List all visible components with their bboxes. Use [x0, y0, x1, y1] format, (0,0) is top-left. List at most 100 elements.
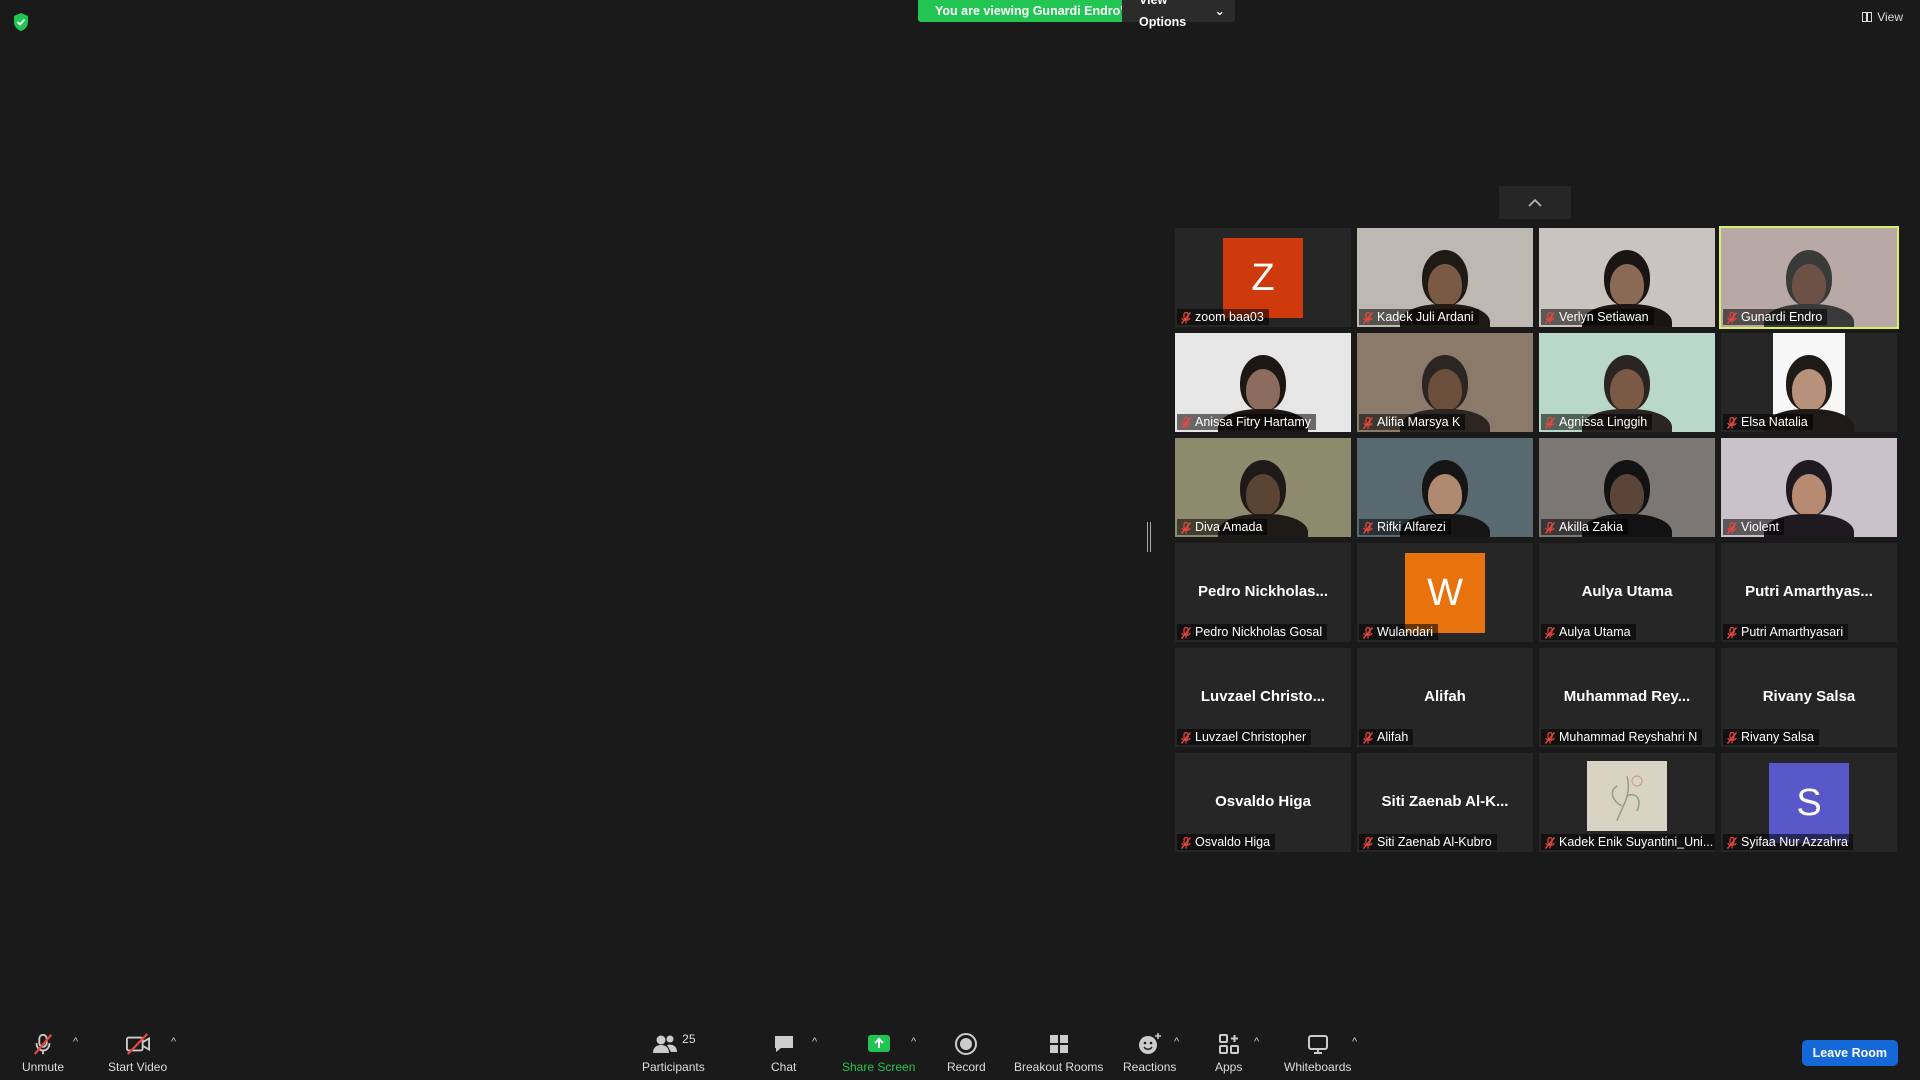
unmute-button[interactable]: Unmute	[22, 1032, 64, 1074]
participant-tile[interactable]: Osvaldo Higa Osvaldo Higa	[1175, 753, 1351, 852]
panel-resize-handle[interactable]	[1147, 522, 1151, 552]
view-button[interactable]: View	[1862, 10, 1903, 24]
participant-tile[interactable]: Rivany Salsa Rivany Salsa	[1721, 648, 1897, 747]
participant-tile[interactable]: Kadek Juli Ardani	[1357, 228, 1533, 327]
participant-name-label: Putri Amarthyasari	[1723, 624, 1849, 640]
participant-tile[interactable]: Pedro Nickholas... Pedro Nickholas Gosal	[1175, 543, 1351, 642]
participant-tile[interactable]: Zzoom baa03	[1175, 228, 1351, 327]
view-layout-icon	[1862, 12, 1873, 22]
microphone-muted-icon	[1727, 627, 1737, 639]
participant-tile[interactable]: Rifki Alfarezi	[1357, 438, 1533, 537]
microphone-muted-icon	[1363, 522, 1373, 534]
participants-count: 25	[682, 1032, 696, 1046]
microphone-muted-icon	[1727, 417, 1737, 429]
microphone-muted-icon	[1545, 732, 1555, 744]
participant-name: Violent	[1741, 520, 1779, 534]
participant-tile[interactable]: Alifia Marsya K	[1357, 333, 1533, 432]
participant-name-label: Akilla Zakia	[1541, 519, 1628, 535]
participant-name-label: Elsa Natalia	[1723, 414, 1813, 430]
participant-name: Kadek Juli Ardani	[1377, 310, 1474, 324]
participant-display-name: Pedro Nickholas...	[1197, 583, 1329, 600]
participant-tile[interactable]: Alifah Alifah	[1357, 648, 1533, 747]
botanical-drawing-icon	[1611, 775, 1643, 822]
participant-tile[interactable]: Anissa Fitry Hartamy	[1175, 333, 1351, 432]
participant-name-label: Kadek Enik Suyantini_Uni...	[1541, 834, 1715, 850]
participant-display-name: Muhammad Rey...	[1563, 688, 1691, 705]
video-options-caret-icon[interactable]: ^	[171, 1036, 176, 1048]
participant-tile[interactable]: Luvzael Christo... Luvzael Christopher	[1175, 648, 1351, 747]
microphone-muted-icon	[1363, 837, 1373, 849]
participant-tile[interactable]: W Wulandari	[1357, 543, 1533, 642]
participant-name: Pedro Nickholas Gosal	[1195, 625, 1323, 639]
chat-options-caret-icon[interactable]: ^	[812, 1036, 817, 1048]
participants-icon	[653, 1035, 678, 1053]
participants-button[interactable]: 25 Participants	[642, 1032, 705, 1074]
screen-share-banner: You are viewing Gunardi Endro's screen V…	[918, 0, 1235, 29]
reactions-options-caret-icon[interactable]: ^	[1174, 1036, 1179, 1048]
participant-name: Wulandari	[1377, 625, 1434, 639]
chevron-up-icon	[1528, 198, 1542, 207]
chevron-down-icon: ⌄	[1214, 4, 1225, 18]
apps-options-caret-icon[interactable]: ^	[1254, 1036, 1259, 1048]
participant-name-label: Rivany Salsa	[1723, 729, 1819, 745]
microphone-muted-icon	[1727, 732, 1737, 744]
participant-display-name: Rivany Salsa	[1762, 688, 1856, 705]
participant-name: Muhammad Reyshahri N	[1559, 730, 1698, 744]
gallery-collapse-button[interactable]	[1499, 186, 1571, 219]
record-button[interactable]: Record	[947, 1032, 986, 1074]
participant-tile[interactable]: Violent	[1721, 438, 1897, 537]
participant-name-label: Agnissa Linggih	[1541, 414, 1653, 430]
apps-label: Apps	[1215, 1060, 1243, 1074]
participant-tile[interactable]: Akilla Zakia	[1539, 438, 1715, 537]
chat-bubble-icon	[774, 1036, 793, 1052]
participant-name-label: Alifah	[1359, 729, 1414, 745]
participant-display-name: Osvaldo Higa	[1215, 793, 1311, 810]
participant-name: Rivany Salsa	[1741, 730, 1814, 744]
share-screen-button[interactable]: Share Screen	[842, 1032, 915, 1074]
whiteboards-options-caret-icon[interactable]: ^	[1352, 1036, 1357, 1048]
security-shield-icon[interactable]	[12, 12, 30, 32]
avatar: S	[1769, 763, 1849, 843]
start-video-button[interactable]: Start Video	[108, 1032, 167, 1074]
participant-tile[interactable]: Elsa Natalia	[1721, 333, 1897, 432]
participant-tile[interactable]: Diva Amada	[1175, 438, 1351, 537]
participant-name-label: Aulya Utama	[1541, 624, 1636, 640]
whiteboard-icon	[1307, 1035, 1328, 1054]
apps-button[interactable]: Apps	[1215, 1032, 1242, 1074]
chat-button[interactable]: Chat	[771, 1032, 796, 1074]
participant-tile[interactable]: Verlyn Setiawan	[1539, 228, 1715, 327]
participant-tile[interactable]: Agnissa Linggih	[1539, 333, 1715, 432]
participant-name: Diva Amada	[1195, 520, 1263, 534]
participant-name-label: Wulandari	[1359, 624, 1439, 640]
participant-tile[interactable]: Kadek Enik Suyantini_Uni...	[1539, 753, 1715, 852]
participant-name-label: Rifki Alfarezi	[1359, 519, 1451, 535]
reactions-label: Reactions	[1123, 1060, 1177, 1074]
view-options-button[interactable]: View Options ⌄	[1122, 0, 1235, 29]
chat-label: Chat	[771, 1060, 797, 1074]
participant-tile[interactable]: Siti Zaenab Al-K... Siti Zaenab Al-Kubro	[1357, 753, 1533, 852]
microphone-muted-icon	[1181, 627, 1191, 639]
participant-name-label: Muhammad Reyshahri N	[1541, 729, 1703, 745]
participant-tile[interactable]: Putri Amarthyas... Putri Amarthyasari	[1721, 543, 1897, 642]
participant-tile[interactable]: Gunardi Endro	[1719, 226, 1899, 329]
participant-name-label: Syifaa Nur Azzahra	[1723, 834, 1853, 850]
unmute-label: Unmute	[22, 1060, 65, 1074]
participant-tile[interactable]: Muhammad Rey... Muhammad Reyshahri N	[1539, 648, 1715, 747]
record-label: Record	[947, 1060, 986, 1074]
whiteboards-button[interactable]: Whiteboards	[1284, 1032, 1351, 1074]
participant-tile[interactable]: Aulya Utama Aulya Utama	[1539, 543, 1715, 642]
microphone-muted-icon	[1727, 837, 1737, 849]
breakout-rooms-button[interactable]: Breakout Rooms	[1014, 1032, 1103, 1074]
audio-options-caret-icon[interactable]: ^	[73, 1036, 78, 1048]
share-options-caret-icon[interactable]: ^	[911, 1036, 916, 1048]
microphone-muted-icon	[33, 1033, 53, 1055]
start-video-label: Start Video	[108, 1060, 168, 1074]
view-label: View	[1877, 10, 1903, 24]
participant-display-name: Luvzael Christo...	[1200, 688, 1326, 705]
meeting-toolbar: Unmute ^ Start Video ^ 25 Participants C…	[0, 1023, 1920, 1080]
reactions-button[interactable]: Reactions	[1123, 1032, 1176, 1074]
participant-name-label: Alifia Marsya K	[1359, 414, 1466, 430]
participant-name: Syifaa Nur Azzahra	[1741, 835, 1848, 849]
participant-tile[interactable]: S Syifaa Nur Azzahra	[1721, 753, 1897, 852]
leave-room-button[interactable]: Leave Room	[1801, 1040, 1898, 1066]
